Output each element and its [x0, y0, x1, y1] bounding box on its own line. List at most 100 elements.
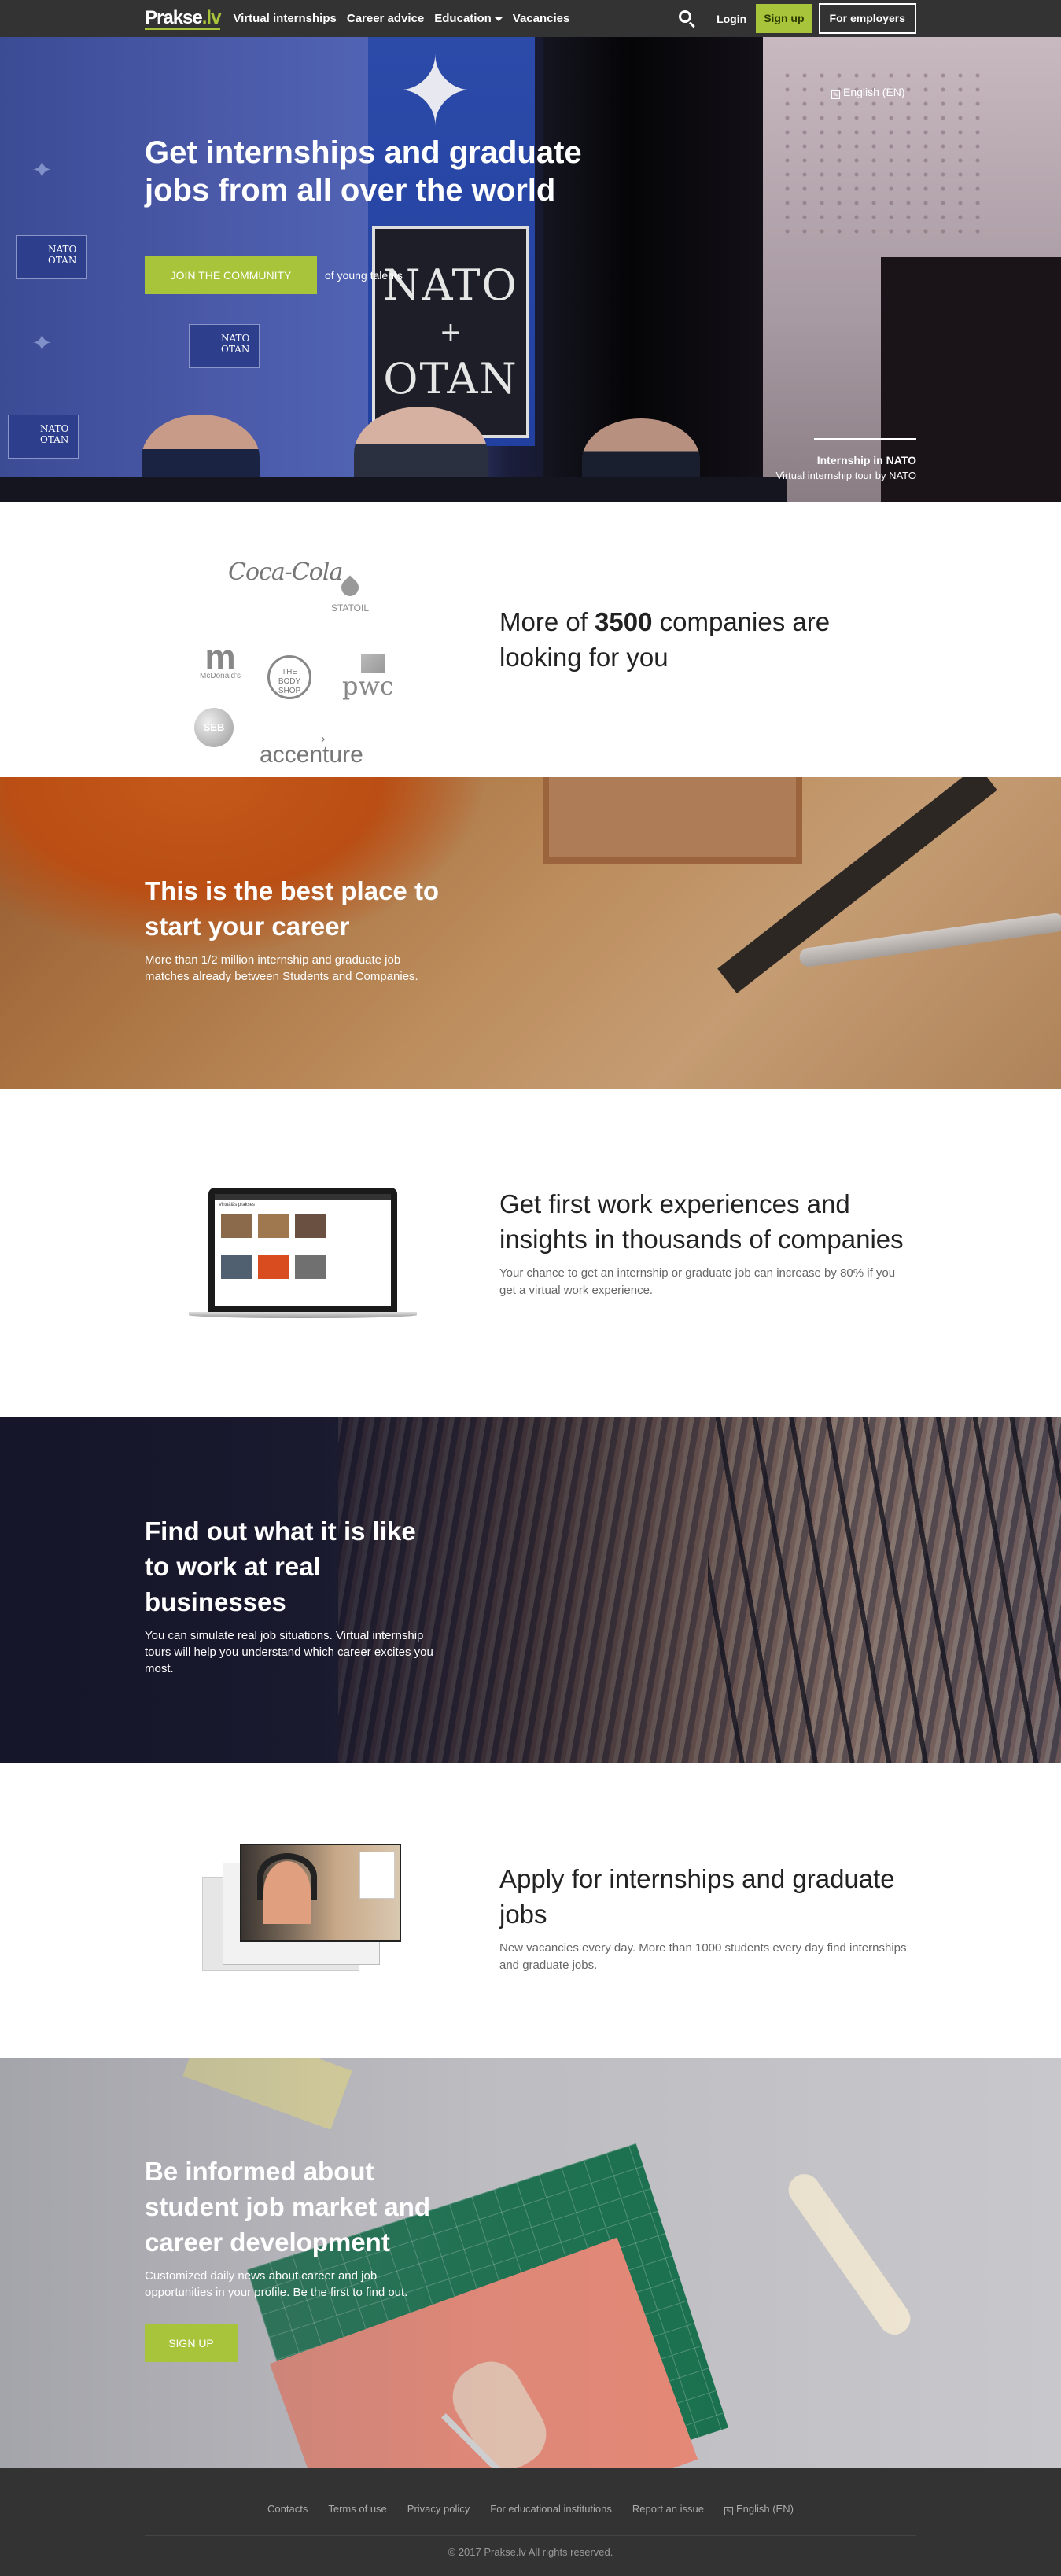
experience-desc: Your chance to get an internship or grad…	[499, 1266, 896, 1297]
nato-flag: NATO OTAN	[16, 235, 87, 279]
footer-link-report[interactable]: Report an issue	[632, 2503, 704, 2515]
companies-title-text: More of	[499, 607, 595, 636]
companies-section: Coca-Cola STATOIL m McDonald's THE BODY …	[0, 502, 1061, 777]
nav-link-career-advice[interactable]: Career advice	[347, 12, 424, 25]
logo-statoil-text: STATOIL	[330, 603, 369, 614]
logo-seb-text: SEB	[203, 721, 225, 733]
footer: Contacts Terms of use Privacy policy For…	[0, 2468, 1061, 2576]
globe-icon: ✎	[724, 2507, 733, 2515]
real-business-desc: You can simulate real job situations. Vi…	[145, 1629, 433, 1675]
copyright: © 2017 Prakse.lv All rights reserved.	[448, 2546, 613, 2558]
nav-link-vacancies[interactable]: Vacancies	[513, 12, 570, 25]
slide-caption-title: Internship in NATO	[816, 454, 916, 466]
laptop-thumb	[258, 1255, 289, 1279]
main-nav: Virtual internships Career advice Educat…	[233, 12, 580, 25]
slide-caption[interactable]: Internship in NATO Virtual internship to…	[728, 438, 916, 481]
laptop-display-heading: Virtuālās prakses	[219, 1203, 255, 1207]
experience-text: Get first work experiences and insights …	[499, 1186, 908, 1299]
nav-link-education[interactable]: Education	[434, 12, 503, 25]
real-business-title: Find out what it is like to work at real…	[145, 1516, 416, 1616]
footer-link-terms[interactable]: Terms of use	[328, 2503, 386, 2515]
flag-text-1: NATO	[40, 423, 69, 434]
best-place-banner: This is the best place to start your car…	[0, 777, 1061, 1089]
laptop-thumb	[295, 1255, 326, 1279]
apply-title: Apply for internships and graduate jobs	[499, 1864, 895, 1929]
logo-seb: SEB	[194, 708, 234, 747]
footer-divider	[145, 2535, 916, 2536]
best-place-text: This is the best place to start your car…	[145, 873, 444, 985]
laptop-image: Virtuālās prakses	[189, 1188, 417, 1329]
footer-link-contacts[interactable]: Contacts	[267, 2503, 308, 2515]
laptop-display-header	[215, 1194, 391, 1200]
informed-banner: Be informed about student job market and…	[0, 2058, 1061, 2468]
companies-count: 3500	[595, 607, 653, 636]
laptop-display: Virtuālās prakses	[215, 1194, 391, 1306]
logo-mcdonalds-text: McDonald's	[200, 672, 241, 680]
signup-button[interactable]: Sign up	[756, 4, 812, 33]
real-business-banner: Find out what it is like to work at real…	[0, 1417, 1061, 1763]
star-icon: ✦	[31, 156, 53, 184]
company-logos: Coca-Cola STATOIL m McDonald's THE BODY …	[185, 557, 421, 768]
accenture-mark: ›	[321, 732, 326, 746]
real-business-text: Find out what it is like to work at real…	[145, 1513, 444, 1677]
apply-screen-front	[240, 1844, 401, 1942]
login-link[interactable]: Login	[717, 13, 746, 25]
informed-desc: Customized daily news about career and j…	[145, 2269, 408, 2299]
laptop-base	[189, 1312, 417, 1318]
site-logo[interactable]: Prakse.lv	[145, 0, 222, 37]
footer-language-selector[interactable]: ✎ English (EN)	[724, 2503, 794, 2515]
companies-title: More of 3500 companies are looking for y…	[499, 604, 908, 675]
logo-suffix: .lv	[201, 6, 222, 28]
laptop-screen: Virtuālās prakses	[208, 1188, 397, 1312]
apply-screen-headphones	[257, 1853, 317, 1900]
apply-text: Apply for internships and graduate jobs …	[499, 1861, 908, 1974]
drop-icon	[337, 575, 363, 600]
laptop-thumb	[221, 1255, 252, 1279]
footer-links: Contacts Terms of use Privacy policy For…	[0, 2503, 1061, 2515]
logo-coca-cola: Coca-Cola	[228, 558, 343, 586]
logo-accenture-text: accenture	[260, 742, 363, 768]
hero-slider: ✦ NATO + OTAN NATO OTAN NATO OTAN NATO OTAN…	[0, 37, 1061, 502]
for-employers-button[interactable]: For employers	[818, 3, 916, 34]
hero-title-text: from all over the world	[209, 173, 556, 208]
language-label: English (EN)	[843, 86, 905, 98]
flag-text-2: OTAN	[40, 434, 69, 445]
nato-sign-line2: OTAN	[383, 354, 518, 404]
footer-link-educational[interactable]: For educational institutions	[490, 2503, 612, 2515]
flag-text-1: NATO	[221, 333, 250, 344]
logo-accenture: › accenture	[260, 732, 363, 768]
signup-cta-button[interactable]: SIGN UP	[145, 2324, 238, 2362]
nato-sign-plus: +	[439, 316, 462, 348]
chevron-down-icon	[494, 17, 503, 21]
search-icon[interactable]	[679, 9, 696, 28]
nato-star-icon: ✦	[396, 39, 475, 145]
apply-section: Apply for internships and graduate jobs …	[0, 1763, 1061, 2058]
logo-mcdonalds: m McDonald's	[193, 640, 248, 681]
informed-text: Be informed about student job market and…	[145, 2154, 444, 2362]
hero-title-bold: internships	[205, 135, 376, 170]
flag-text-2: OTAN	[221, 344, 250, 355]
footer-link-privacy[interactable]: Privacy policy	[407, 2503, 470, 2515]
apply-screen-form	[359, 1852, 395, 1899]
logo-statoil: STATOIL	[330, 575, 370, 614]
footer-language-label: English (EN)	[735, 2503, 794, 2515]
companies-text: More of 3500 companies are looking for y…	[499, 604, 908, 675]
apply-screens-image	[201, 1844, 405, 1977]
cta-suffix: of young talents	[325, 269, 403, 282]
join-community-button[interactable]: JOIN THE COMMUNITY	[145, 256, 317, 294]
hero-cta: JOIN THE COMMUNITY of young talents	[145, 256, 403, 294]
logo-pwc-text: pwc	[342, 671, 394, 701]
nato-flag: NATO OTAN	[8, 415, 79, 459]
experience-title: Get first work experiences and insights …	[499, 1189, 904, 1254]
slide-caption-subtitle: Virtual internship tour by NATO	[775, 470, 916, 481]
top-navbar: Prakse.lv Virtual internships Career adv…	[0, 0, 1061, 37]
logo-text: Prakse.lv	[145, 6, 222, 30]
language-selector[interactable]: ✎ English (EN)	[831, 86, 905, 99]
laptop-thumb	[221, 1214, 252, 1238]
logo-body-shop: THE BODY SHOP	[267, 655, 311, 699]
nav-link-virtual-internships[interactable]: Virtual internships	[233, 12, 336, 25]
informed-title: Be informed about student job market and…	[145, 2157, 431, 2257]
laptop-thumb	[258, 1214, 289, 1238]
hero-title: Get internships and graduate jobs from a…	[145, 134, 632, 209]
star-icon: ✦	[31, 329, 53, 357]
